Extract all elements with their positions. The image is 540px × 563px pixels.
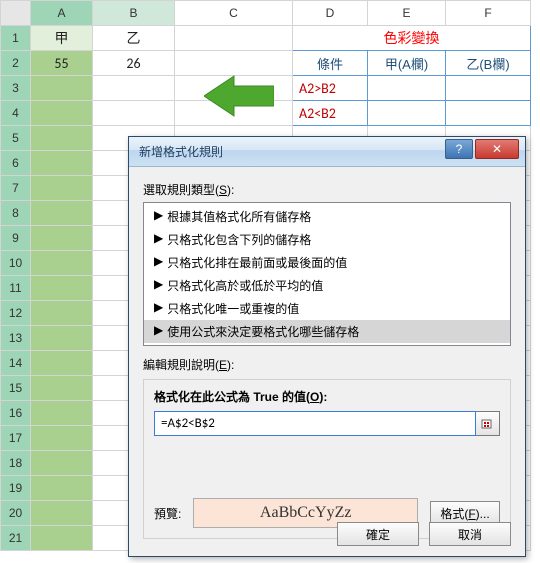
cell[interactable] <box>31 401 93 426</box>
row-header[interactable]: 16 <box>1 401 31 426</box>
cell-b2[interactable]: 26 <box>93 51 175 76</box>
cell[interactable] <box>31 176 93 201</box>
palette-cond-2: A2<B2 <box>293 101 368 126</box>
cell[interactable] <box>31 351 93 376</box>
cell-a1[interactable]: 甲 <box>31 26 93 51</box>
col-header-c[interactable]: C <box>175 1 293 26</box>
select-all-corner[interactable] <box>1 1 31 26</box>
col-header-a[interactable]: A <box>31 1 93 26</box>
rule-type-item[interactable]: ▶ 只格式化包含下列的儲存格 <box>144 228 510 251</box>
row-header[interactable]: 5 <box>1 126 31 151</box>
palette-sample <box>446 76 531 101</box>
help-button[interactable]: ? <box>445 139 473 159</box>
cell[interactable] <box>31 301 93 326</box>
help-icon: ? <box>456 142 463 156</box>
close-button[interactable]: ✕ <box>475 139 519 159</box>
row-header[interactable]: 10 <box>1 251 31 276</box>
cell[interactable] <box>31 76 93 101</box>
row-header[interactable]: 15 <box>1 376 31 401</box>
dialog-title: 新增格式化規則 <box>139 143 223 160</box>
palette-title: 色彩變換 <box>293 26 531 51</box>
cell[interactable] <box>93 101 175 126</box>
palette-header-cola: 甲(A欄) <box>368 51 446 76</box>
palette-header-colb: 乙(B欄) <box>446 51 531 76</box>
cell[interactable] <box>31 201 93 226</box>
formula-input[interactable] <box>154 411 476 436</box>
row-header[interactable]: 2 <box>1 51 31 76</box>
rule-type-listbox[interactable]: ▶ 根據其值格式化所有儲存格 ▶ 只格式化包含下列的儲存格 ▶ 只格式化排在最前… <box>143 202 511 346</box>
rule-type-item[interactable]: ▶ 只格式化排在最前面或最後面的值 <box>144 251 510 274</box>
cell-a2[interactable]: 55 <box>31 51 93 76</box>
cell[interactable] <box>31 376 93 401</box>
row-header[interactable]: 3 <box>1 76 31 101</box>
cell[interactable] <box>31 251 93 276</box>
ok-button[interactable]: 確定 <box>337 522 419 546</box>
dialog-titlebar[interactable]: 新增格式化規則 ? ✕ <box>129 137 525 167</box>
row-header[interactable]: 7 <box>1 176 31 201</box>
row-header[interactable]: 1 <box>1 26 31 51</box>
row-header[interactable]: 4 <box>1 101 31 126</box>
cell[interactable] <box>93 76 175 101</box>
cancel-button[interactable]: 取消 <box>429 522 511 546</box>
col-header-e[interactable]: E <box>368 1 446 26</box>
row-header[interactable]: 19 <box>1 476 31 501</box>
cell[interactable] <box>31 326 93 351</box>
row-header[interactable]: 9 <box>1 226 31 251</box>
cell[interactable] <box>175 26 293 51</box>
cell[interactable] <box>31 126 93 151</box>
palette-sample <box>368 101 446 126</box>
cell[interactable] <box>175 76 293 101</box>
close-icon: ✕ <box>492 142 502 156</box>
cell[interactable] <box>31 451 93 476</box>
cell[interactable] <box>175 101 293 126</box>
cell[interactable] <box>31 276 93 301</box>
rule-type-item-selected[interactable]: ▶ 使用公式來決定要格式化哪些儲存格 <box>144 320 510 343</box>
col-header-f[interactable]: F <box>446 1 531 26</box>
cell[interactable] <box>31 151 93 176</box>
row-header[interactable]: 17 <box>1 426 31 451</box>
col-header-d[interactable]: D <box>293 1 368 26</box>
row-header[interactable]: 6 <box>1 151 31 176</box>
preview-label: 預覽: <box>154 505 181 522</box>
cell[interactable] <box>31 101 93 126</box>
row-header[interactable]: 11 <box>1 276 31 301</box>
cell[interactable] <box>31 526 93 551</box>
row-header[interactable]: 20 <box>1 501 31 526</box>
row-header[interactable]: 14 <box>1 351 31 376</box>
row-header[interactable]: 13 <box>1 326 31 351</box>
row-header[interactable]: 18 <box>1 451 31 476</box>
col-header-b[interactable]: B <box>93 1 175 26</box>
row-header[interactable]: 8 <box>1 201 31 226</box>
rule-type-label: 選取規則類型(S): <box>143 181 511 198</box>
cell[interactable] <box>31 501 93 526</box>
edit-rule-label: 編輯規則說明(E): <box>143 356 511 373</box>
range-selector-icon <box>481 417 495 431</box>
palette-sample <box>368 76 446 101</box>
palette-header-cond: 條件 <box>293 51 368 76</box>
cell[interactable] <box>175 51 293 76</box>
row-header[interactable]: 21 <box>1 526 31 551</box>
cell[interactable] <box>31 226 93 251</box>
rule-edit-group: 格式化在此公式為 True 的值(O): 預覽: AaBbCcYyZz <box>143 379 511 539</box>
range-selector-button[interactable] <box>476 411 500 436</box>
new-formatting-rule-dialog: 新增格式化規則 ? ✕ 選取規則類型(S): ▶ 根據其值格式化所有儲存格 ▶ … <box>128 136 526 557</box>
cell[interactable] <box>31 476 93 501</box>
palette-cond-1: A2>B2 <box>293 76 368 101</box>
formula-label: 格式化在此公式為 True 的值(O): <box>154 388 500 405</box>
rule-type-item[interactable]: ▶ 只格式化唯一或重複的值 <box>144 297 510 320</box>
rule-type-item[interactable]: ▶ 只格式化高於或低於平均的值 <box>144 274 510 297</box>
palette-sample <box>446 101 531 126</box>
row-header[interactable]: 12 <box>1 301 31 326</box>
cell-b1[interactable]: 乙 <box>93 26 175 51</box>
rule-type-item[interactable]: ▶ 根據其值格式化所有儲存格 <box>144 205 510 228</box>
cell[interactable] <box>31 426 93 451</box>
